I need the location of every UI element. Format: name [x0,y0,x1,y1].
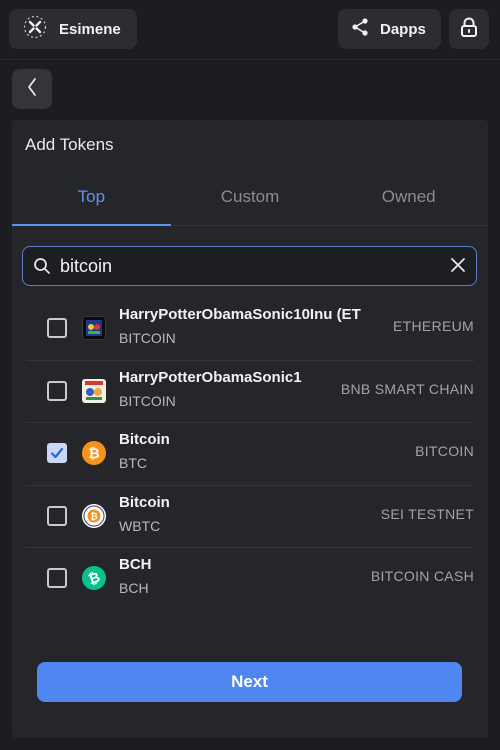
list-item[interactable]: ₿ BCH BCH BITCOIN CASH [26,548,474,611]
wallet-logo-icon [23,15,47,44]
dapps-button[interactable]: Dapps [338,9,441,49]
checkmark-icon [50,447,64,459]
account-name: Esimene [59,20,121,38]
share-icon [350,17,370,42]
list-item[interactable]: HarryPotterObamaSonic1 BITCOIN BNB SMART… [26,361,474,423]
top-bar: Esimene Dapps [0,0,500,60]
token-checkbox[interactable] [47,568,67,588]
tab-owned[interactable]: Owned [329,168,488,225]
token-list: HarryPotterObamaSonic10Inu (ET BITCOIN E… [26,298,474,611]
token-network: BITCOIN CASH [370,568,474,584]
dapps-label: Dapps [380,20,426,38]
lock-icon [460,17,478,42]
search-input[interactable] [60,251,440,281]
token-name: BCH [119,556,152,573]
bitcoin-cash-icon: ₿ [82,566,106,590]
page-title: Add Tokens [25,135,114,154]
chevron-left-icon [26,77,38,102]
svg-text:₿: ₿ [90,511,97,521]
tab-custom[interactable]: Custom [171,168,330,225]
token-checkbox[interactable] [47,318,67,338]
token-symbol: WBTC [119,517,161,534]
hpos-eth-icon [82,316,106,340]
lock-button[interactable] [449,9,489,49]
hpos-bnb-icon [82,378,106,403]
list-item[interactable]: ₿ Bitcoin WBTC SEI TESTNET [26,486,474,548]
token-symbol: BCH [119,580,149,596]
tab-bar: Top Custom Owned [12,168,488,226]
token-network: BITCOIN [415,443,474,459]
svg-text:₿: ₿ [88,445,99,461]
token-name: HarryPotterObamaSonic10Inu (ET [119,306,361,323]
token-checkbox[interactable] [47,443,67,463]
list-item[interactable]: HarryPotterObamaSonic10Inu (ET BITCOIN E… [26,298,474,361]
list-item[interactable]: ₿ Bitcoin BTC BITCOIN [26,423,474,486]
close-icon[interactable] [448,255,468,280]
token-checkbox[interactable] [47,505,67,526]
tab-top[interactable]: Top [12,168,171,226]
token-name: Bitcoin [119,431,170,448]
token-name: HarryPotterObamaSonic1 [119,368,302,386]
wbtc-icon: ₿ [82,503,106,528]
token-symbol: BITCOIN [119,330,176,346]
account-button[interactable]: Esimene [9,9,137,49]
back-button[interactable] [12,69,52,109]
token-network: BNB SMART CHAIN [340,380,474,397]
search-box [22,246,477,286]
token-checkbox[interactable] [47,380,67,401]
token-symbol: BITCOIN [119,392,176,409]
search-icon [33,257,51,280]
add-tokens-panel: Add Tokens Top Custom Owned bitcoin Harr… [12,120,488,738]
bitcoin-icon: ₿ [82,441,106,465]
next-button[interactable]: Next [37,662,462,702]
token-name: Bitcoin [119,493,170,511]
token-network: ETHEREUM [393,318,474,334]
token-network: SEI TESTNET [380,505,474,522]
token-symbol: BTC [119,455,147,471]
